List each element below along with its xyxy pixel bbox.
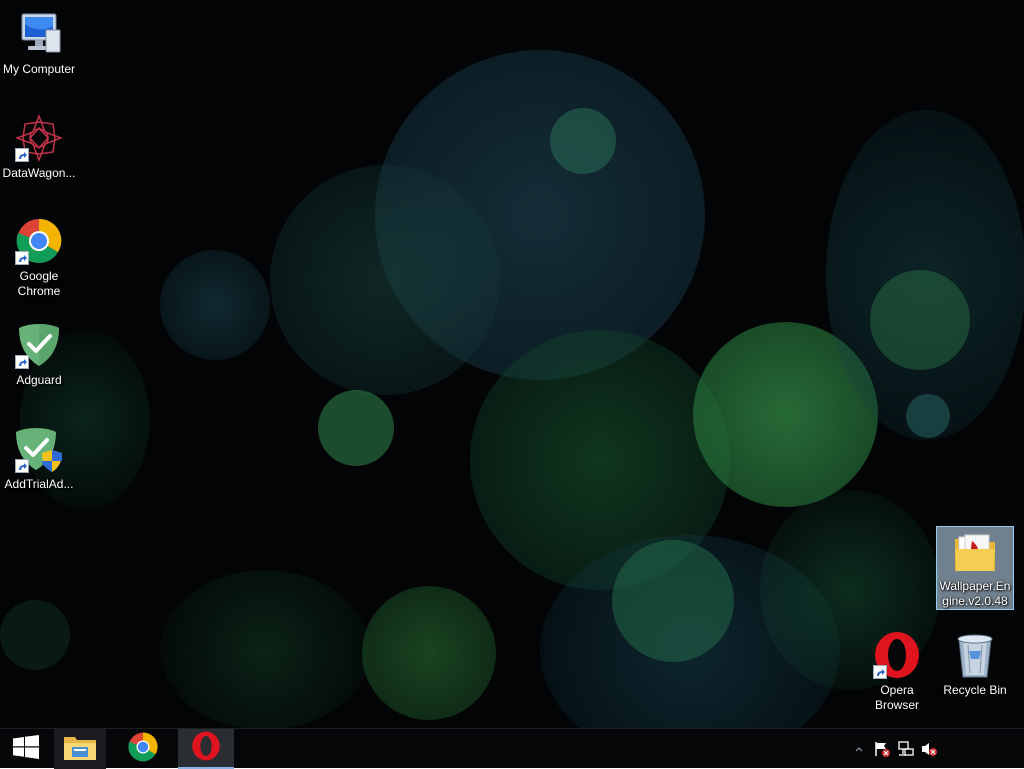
- desktop-icon-addtrialad[interactable]: AddTrialAd...: [1, 421, 77, 492]
- shortcut-arrow-icon: [15, 251, 29, 265]
- computer-icon: [15, 10, 63, 58]
- volume-muted-icon[interactable]: [920, 740, 938, 758]
- wallpaper-bokeh: [906, 394, 950, 438]
- wallpaper-bokeh: [0, 600, 70, 670]
- taskbar: [0, 728, 1024, 769]
- desktop-icon-label: Adguard: [16, 373, 62, 387]
- desktop-icon-label: My Computer: [2, 62, 76, 76]
- network-icon[interactable]: [897, 740, 915, 758]
- desktop-background: My Computer DataWagon... Google Chrome A…: [0, 0, 1024, 728]
- opera-icon: [191, 731, 221, 766]
- desktop-icon-wallpaper-engine[interactable]: Wallpaper.Engine.v2.0.48: [936, 526, 1014, 610]
- action-center-flag-icon[interactable]: [873, 740, 891, 758]
- shortcut-arrow-icon: [15, 148, 29, 162]
- wallpaper-bokeh: [270, 165, 500, 395]
- desktop-icon-google-chrome[interactable]: Google Chrome: [1, 213, 77, 299]
- file-explorer-icon: [63, 733, 97, 766]
- show-hidden-icons-chevron-icon[interactable]: [850, 740, 868, 758]
- desktop-icon-label: Opera Browser: [874, 683, 919, 712]
- taskbar-file-explorer-button[interactable]: [54, 729, 106, 769]
- wallpaper-bokeh: [693, 322, 878, 507]
- wallpaper-bokeh: [318, 390, 394, 466]
- shortcut-arrow-icon: [873, 665, 887, 679]
- folder-icon: [951, 531, 999, 575]
- chrome-icon: [128, 732, 158, 767]
- desktop-icon-my-computer[interactable]: My Computer: [1, 6, 77, 77]
- wallpaper-bokeh: [550, 108, 616, 174]
- desktop-icon-label: Google Chrome: [17, 269, 61, 298]
- wallpaper-bokeh: [470, 330, 730, 590]
- start-button[interactable]: [0, 729, 52, 769]
- desktop-icon-adguard[interactable]: Adguard: [1, 317, 77, 388]
- desktop-icon-label: AddTrialAd...: [4, 477, 74, 491]
- desktop-icon-label: DataWagon...: [2, 166, 76, 180]
- shortcut-arrow-icon: [15, 459, 29, 473]
- desktop-icon-recycle-bin[interactable]: Recycle Bin: [937, 627, 1013, 698]
- wallpaper-bokeh: [826, 110, 1024, 440]
- adguard-icon: [15, 321, 63, 369]
- wallpaper-bokeh: [375, 50, 705, 380]
- recycle-bin-icon: [951, 631, 999, 679]
- datawagon-icon: [15, 114, 63, 162]
- taskbar-opera-button[interactable]: [178, 729, 234, 769]
- opera-icon: [873, 631, 921, 679]
- taskbar-chrome-button[interactable]: [117, 729, 169, 769]
- desktop-icon-opera-browser[interactable]: Opera Browser: [859, 627, 935, 713]
- adguard-uac-icon: [15, 425, 63, 473]
- windows-logo-icon: [13, 734, 39, 764]
- desktop-icon-label: Wallpaper.Engine.v2.0.48: [939, 579, 1011, 608]
- wallpaper-bokeh: [870, 270, 970, 370]
- desktop-icon-label: Recycle Bin: [943, 683, 1007, 697]
- shortcut-arrow-icon: [15, 355, 29, 369]
- wallpaper-bokeh: [540, 535, 840, 728]
- wallpaper-bokeh: [612, 540, 734, 662]
- chrome-icon: [15, 217, 63, 265]
- desktop-icon-datawagon[interactable]: DataWagon...: [1, 110, 77, 181]
- wallpaper-bokeh: [160, 250, 270, 360]
- wallpaper-bokeh: [160, 570, 370, 728]
- wallpaper-bokeh: [362, 586, 496, 720]
